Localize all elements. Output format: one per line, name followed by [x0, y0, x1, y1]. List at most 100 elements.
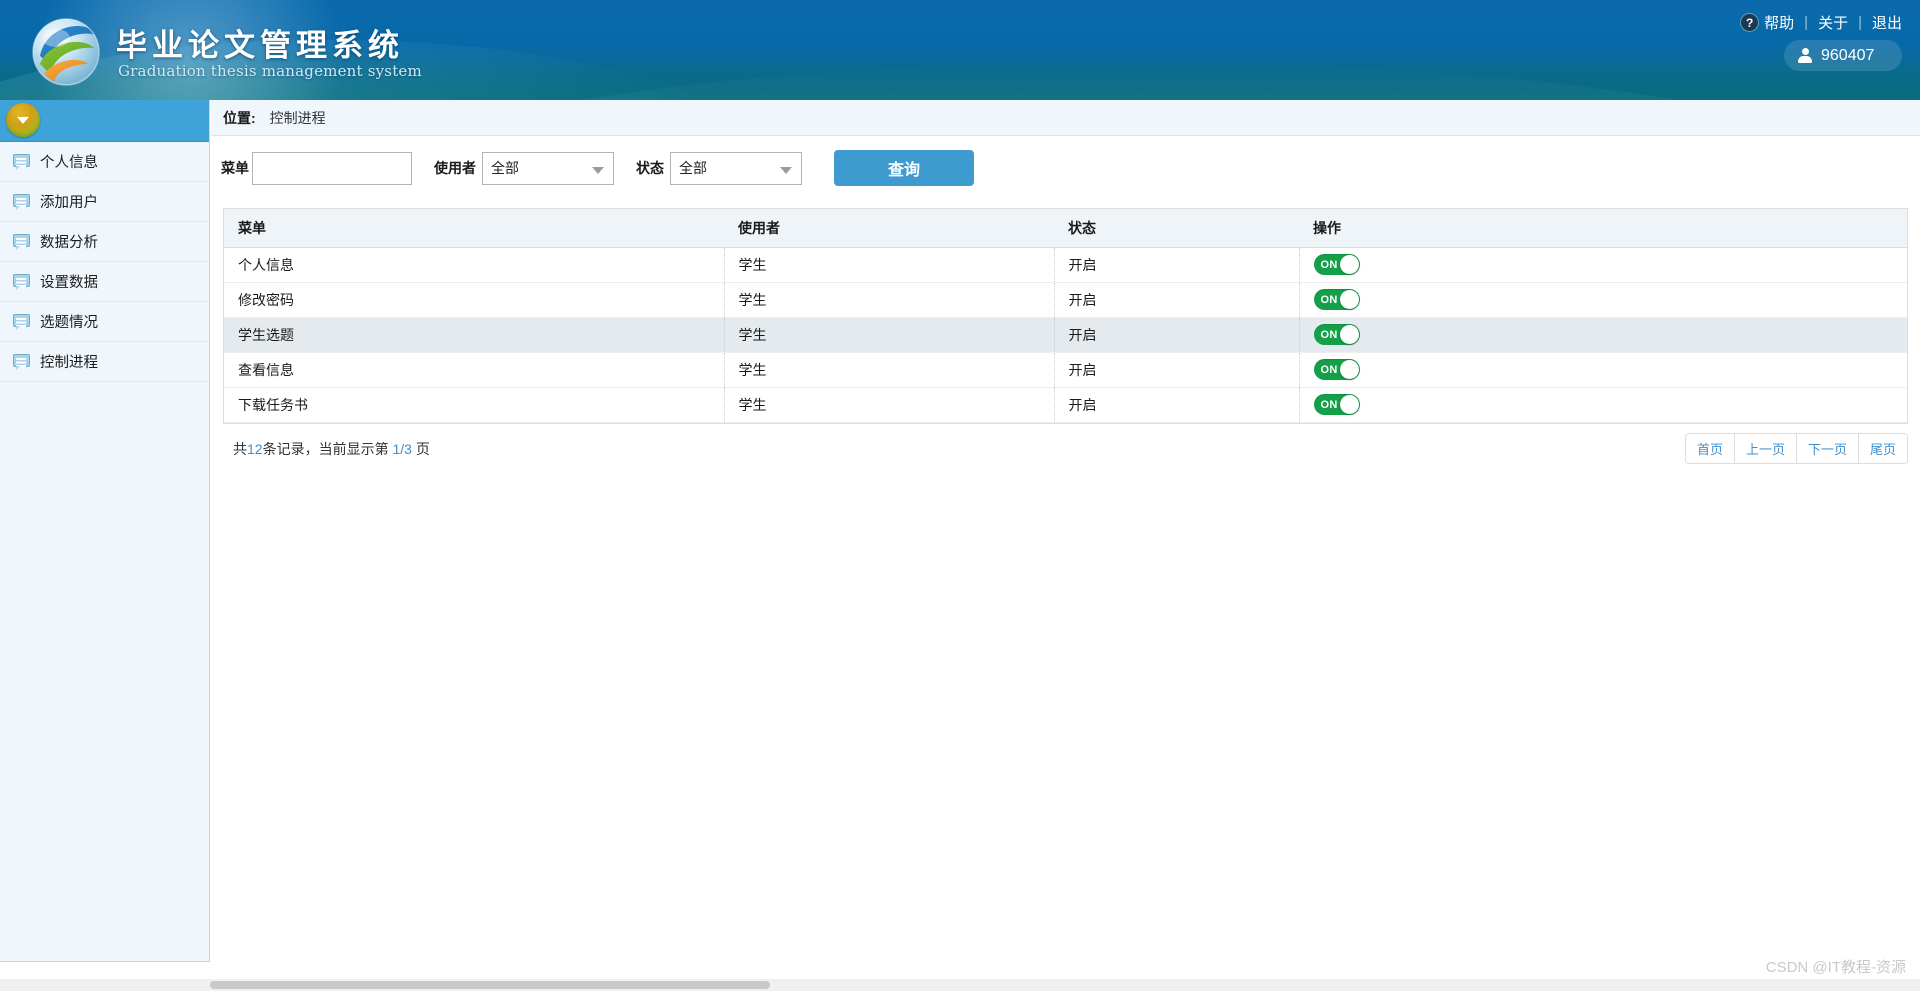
cell-user: 学生 — [724, 352, 1055, 388]
pagination-current-page: 1/3 — [392, 440, 412, 457]
sidebar-item-label: 控制进程 — [40, 355, 98, 371]
pagination-next[interactable]: 下一页 — [1796, 434, 1859, 463]
toggle-label: ON — [1320, 398, 1338, 411]
cell-action: ON — [1299, 317, 1907, 353]
pagination-prev[interactable]: 上一页 — [1734, 434, 1797, 463]
breadcrumb-label: 位置: — [223, 109, 256, 126]
data-table: 菜单 使用者 状态 操作 个人信息 学生 开启 ON 修改密码 学生 开启 ON… — [224, 209, 1907, 423]
status-filter-select[interactable]: 全部 — [670, 151, 802, 185]
query-button[interactable]: 查询 — [834, 150, 974, 186]
logout-link[interactable]: 退出 — [1872, 12, 1902, 33]
main-content: 位置: 控制进程 菜单 使用者 全部 状态 全部 查询 菜单 使用者 状态 操作… — [211, 100, 1920, 991]
toggle-knob — [1339, 255, 1359, 274]
cell-action: ON — [1299, 352, 1907, 388]
pagination-buttons: 首页 上一页 下一页 尾页 — [1684, 433, 1908, 464]
cell-menu: 学生选题 — [224, 317, 725, 353]
sidebar-header — [0, 100, 209, 142]
table-row[interactable]: 个人信息 学生 开启 ON — [224, 247, 1907, 283]
cell-menu: 修改密码 — [224, 282, 725, 318]
cell-menu: 个人信息 — [224, 247, 725, 283]
sidebar-item-data-analysis[interactable]: 数据分析 — [0, 222, 209, 262]
cell-action: ON — [1299, 247, 1907, 283]
table-header: 菜单 使用者 状态 操作 — [224, 209, 1907, 248]
sidebar-item-control-process[interactable]: 控制进程 — [0, 342, 209, 382]
sidebar-item-add-user[interactable]: 添加用户 — [0, 182, 209, 222]
brand-title-cn: 毕业论文管理系统 — [116, 28, 404, 64]
sidebar-item-label: 选题情况 — [40, 315, 98, 331]
pagination-first[interactable]: 首页 — [1685, 434, 1735, 463]
cell-menu: 下载任务书 — [224, 387, 725, 423]
toggle-label: ON — [1320, 258, 1338, 271]
sidebar-item-label: 设置数据 — [40, 275, 98, 291]
status-toggle[interactable]: ON — [1313, 394, 1360, 415]
sidebar-collapse-button[interactable] — [6, 103, 40, 137]
table-row[interactable]: 查看信息 学生 开启 ON — [224, 352, 1907, 388]
column-header-menu: 菜单 — [224, 209, 724, 248]
data-table-container: 菜单 使用者 状态 操作 个人信息 学生 开启 ON 修改密码 学生 开启 ON… — [223, 208, 1908, 424]
status-toggle[interactable]: ON — [1313, 289, 1360, 310]
help-link[interactable]: 帮助 — [1764, 12, 1794, 33]
pagination-last[interactable]: 尾页 — [1858, 434, 1907, 463]
cell-status: 开启 — [1054, 282, 1300, 318]
cell-user: 学生 — [724, 387, 1055, 423]
table-row[interactable]: 学生选题 学生 开启 ON — [224, 317, 1907, 353]
pagination-total: 12 — [247, 440, 263, 457]
toggle-knob — [1339, 290, 1359, 309]
sidebar: 个人信息 添加用户 数据分析 设置数据 选题情况 控制进程 — [0, 100, 210, 962]
toggle-knob — [1339, 395, 1359, 414]
cell-menu: 查看信息 — [224, 352, 725, 388]
user-filter-select[interactable]: 全部 — [482, 151, 614, 185]
sidebar-item-label: 添加用户 — [40, 195, 98, 211]
status-toggle[interactable]: ON — [1313, 254, 1360, 275]
sidebar-item-label: 数据分析 — [40, 235, 98, 251]
cell-status: 开启 — [1054, 352, 1300, 388]
app-root: 毕业论文管理系统 Graduation thesis management sy… — [0, 0, 1920, 991]
cell-status: 开启 — [1054, 317, 1300, 353]
toggle-label: ON — [1320, 293, 1338, 306]
status-toggle[interactable]: ON — [1313, 324, 1360, 345]
sidebar-item-topic-status[interactable]: 选题情况 — [0, 302, 209, 342]
user-icon — [1798, 48, 1812, 63]
user-filter-value: 全部 — [491, 160, 519, 176]
header-links: ? 帮助 | 关于 | 退出 — [1741, 12, 1902, 33]
status-filter-label: 状态 — [636, 160, 664, 176]
table-header-row: 菜单 使用者 状态 操作 — [224, 209, 1907, 248]
sidebar-item-personal-info[interactable]: 个人信息 — [0, 142, 209, 182]
link-separator-2: | — [1858, 14, 1862, 31]
column-header-action: 操作 — [1299, 209, 1907, 248]
menu-search-input[interactable] — [252, 151, 412, 185]
header-swoosh-right — [380, 62, 1880, 100]
pagination-info-prefix: 共 — [233, 440, 247, 457]
pagination-info: 共12条记录，当前显示第 1/3 页 — [223, 439, 430, 459]
link-separator-1: | — [1804, 14, 1809, 31]
breadcrumb: 位置: 控制进程 — [211, 100, 1920, 136]
user-name: 960407 — [1821, 46, 1875, 64]
about-link[interactable]: 关于 — [1818, 12, 1848, 33]
toggle-label: ON — [1320, 328, 1338, 341]
sidebar-item-settings-data[interactable]: 设置数据 — [0, 262, 209, 302]
globe-logo-icon — [32, 18, 100, 86]
table-row[interactable]: 下载任务书 学生 开启 ON — [224, 387, 1907, 423]
status-toggle[interactable]: ON — [1313, 359, 1360, 380]
pagination-info-middle: 条记录，当前显示第 — [262, 440, 389, 457]
chat-bubble-icon — [13, 354, 30, 370]
filter-bar: 菜单 使用者 全部 状态 全部 查询 — [211, 136, 1920, 200]
table-row[interactable]: 修改密码 学生 开启 ON — [224, 282, 1907, 318]
logo-area[interactable]: 毕业论文管理系统 Graduation thesis management sy… — [26, 8, 422, 96]
cell-status: 开启 — [1054, 387, 1300, 423]
toggle-label: ON — [1320, 363, 1338, 376]
horizontal-scrollbar[interactable] — [0, 979, 1920, 991]
scrollbar-thumb[interactable] — [210, 981, 770, 989]
app-header: 毕业论文管理系统 Graduation thesis management sy… — [0, 0, 1920, 100]
toggle-knob — [1339, 325, 1359, 344]
chat-bubble-icon — [13, 274, 30, 290]
user-filter-label: 使用者 — [434, 160, 476, 176]
breadcrumb-current: 控制进程 — [269, 109, 326, 126]
column-header-status: 状态 — [1054, 209, 1299, 248]
column-header-user: 使用者 — [724, 209, 1054, 248]
cell-user: 学生 — [724, 282, 1055, 318]
user-badge[interactable]: 960407 — [1784, 40, 1902, 71]
brand-title-en: Graduation thesis management system — [118, 62, 422, 80]
cell-action: ON — [1299, 387, 1907, 423]
toggle-knob — [1339, 360, 1359, 379]
